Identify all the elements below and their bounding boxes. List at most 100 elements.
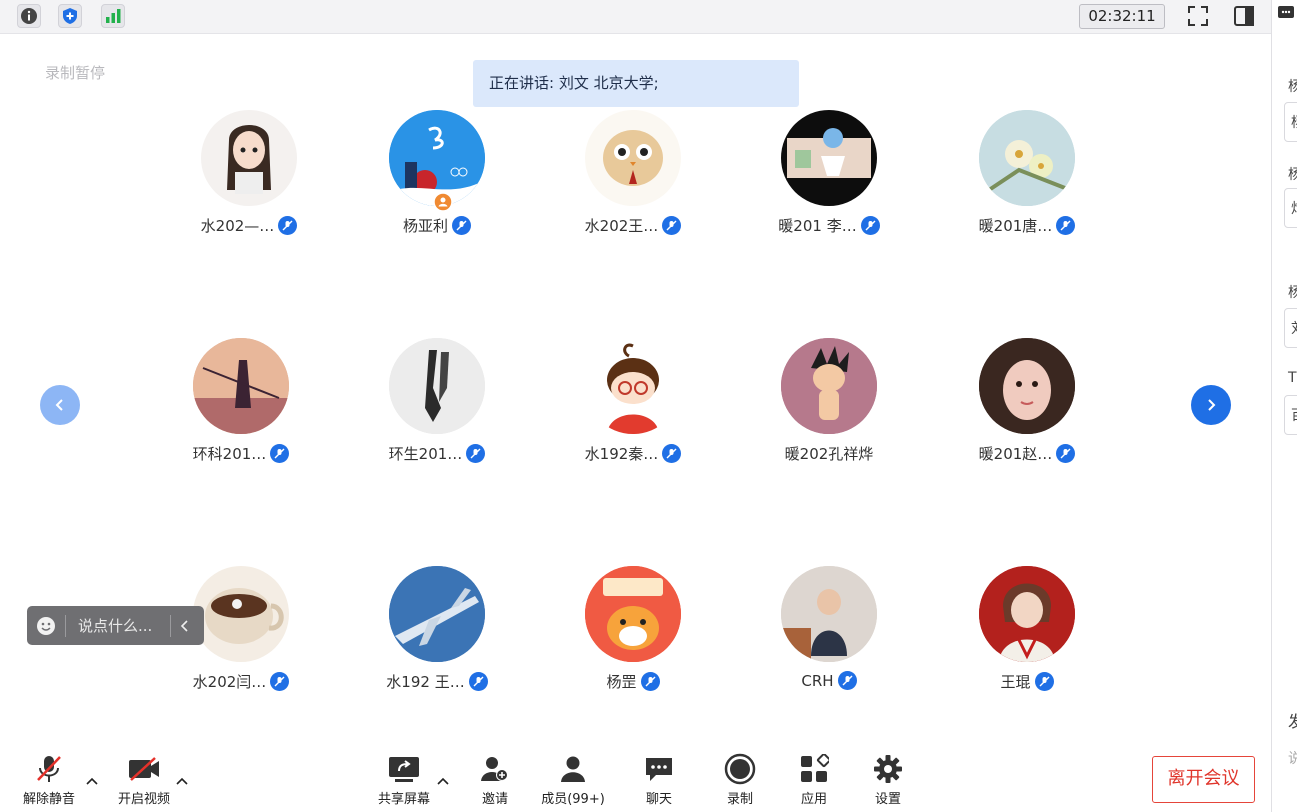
add-user-icon <box>481 757 508 781</box>
recording-status: 录制暂停 <box>45 64 106 82</box>
participant-name: 水202闫… <box>192 673 267 691</box>
invite-label: 邀请 <box>481 792 508 807</box>
participant-tile[interactable]: 水192秦… <box>543 338 723 464</box>
sidebar-toggle-icon[interactable] <box>1232 4 1256 28</box>
invite-button[interactable]: 邀请 <box>455 752 535 807</box>
participant-tile[interactable]: 王琨 <box>937 566 1117 692</box>
next-page-button[interactable] <box>1191 385 1231 425</box>
share-screen-icon <box>389 757 419 782</box>
mic-muted-icon <box>270 672 290 691</box>
avatar <box>389 566 485 662</box>
chevron-up-icon[interactable] <box>176 774 188 789</box>
shield-icon[interactable] <box>58 4 82 28</box>
share-screen-label: 共享屏幕 <box>377 792 430 807</box>
start-video-button[interactable]: 开启视频 <box>104 752 184 807</box>
participant-tile[interactable]: 环生201… <box>347 338 527 464</box>
panel-label: 杨 <box>1288 285 1297 301</box>
signal-icon[interactable] <box>101 4 125 28</box>
participant-name: 水192 王… <box>386 673 465 691</box>
chevron-up-icon[interactable] <box>86 774 98 789</box>
participant-name: 王琨 <box>1000 673 1031 691</box>
mic-muted-icon <box>662 444 682 463</box>
members-button[interactable]: 成员(99+) <box>533 752 613 807</box>
participant-tile[interactable]: CRH <box>739 566 919 690</box>
participant-name: CRH <box>801 671 834 690</box>
settings-label: 设置 <box>874 792 901 807</box>
fullscreen-icon[interactable] <box>1186 4 1210 28</box>
info-icon[interactable] <box>17 4 41 28</box>
mic-muted-icon <box>860 216 880 235</box>
participant-name: 暖202孔祥烨 <box>784 445 874 463</box>
right-side-panel: 杨 杨 杨 炸 杨 刘 T 百 发 说 <box>1271 0 1297 812</box>
prev-page-button[interactable] <box>40 385 80 425</box>
participant-tile[interactable]: 环科201… <box>151 338 331 464</box>
mic-muted-icon <box>1056 444 1076 463</box>
panel-field[interactable]: 炸 <box>1284 188 1297 228</box>
settings-button[interactable]: 设置 <box>848 752 928 807</box>
mic-muted-icon <box>466 444 486 463</box>
participant-name: 水192秦… <box>584 445 659 463</box>
avatar <box>781 566 877 662</box>
participant-name: 暖201赵… <box>978 445 1053 463</box>
mic-muted-icon <box>468 672 488 691</box>
chat-label: 聊天 <box>645 792 672 807</box>
avatar <box>193 338 289 434</box>
chat-panel-icon[interactable] <box>1277 4 1295 26</box>
avatar <box>585 566 681 662</box>
chevron-right-icon <box>1208 399 1216 411</box>
panel-label: 杨 <box>1288 79 1297 95</box>
participant-tile[interactable]: 杨罡 <box>543 566 723 692</box>
mic-muted-icon <box>662 216 682 235</box>
gear-icon <box>874 755 902 783</box>
chevron-up-icon[interactable] <box>437 774 449 789</box>
unmute-label: 解除静音 <box>22 792 75 807</box>
mic-muted-icon <box>270 444 290 463</box>
record-icon <box>724 753 756 785</box>
mic-off-icon <box>37 756 61 782</box>
panel-label: T <box>1288 370 1297 386</box>
apps-button[interactable]: 应用 <box>774 752 854 807</box>
record-button[interactable]: 录制 <box>700 752 780 807</box>
panel-field[interactable]: 百 <box>1284 395 1297 435</box>
participant-tile[interactable]: 水202—… <box>159 110 339 236</box>
members-icon <box>561 756 585 782</box>
participant-tile[interactable]: 暖201赵… <box>937 338 1117 464</box>
share-screen-button[interactable]: 共享屏幕 <box>364 752 444 807</box>
avatar <box>585 338 681 434</box>
participant-tile[interactable]: 暖201唐… <box>937 110 1117 236</box>
participant-name: 暖201唐… <box>978 217 1053 235</box>
participant-name: 水202王… <box>584 217 659 235</box>
record-label: 录制 <box>726 792 753 807</box>
participant-tile[interactable]: 杨亚利 <box>347 110 527 236</box>
avatar <box>193 566 289 662</box>
host-badge-icon <box>433 192 453 216</box>
chat-button[interactable]: 聊天 <box>619 752 699 807</box>
participant-tile[interactable]: 水192 王… <box>347 566 527 692</box>
chat-input[interactable]: 说点什么... <box>66 615 170 636</box>
panel-field[interactable]: 刘 <box>1284 308 1297 348</box>
chevron-left-icon[interactable] <box>171 619 199 632</box>
avatar <box>389 110 485 212</box>
unmute-button[interactable]: 解除静音 <box>9 752 89 807</box>
apps-label: 应用 <box>800 792 827 807</box>
participant-name: 水202—… <box>200 217 275 235</box>
participant-name: 环科201… <box>192 445 267 463</box>
participant-tile[interactable]: 水202王… <box>543 110 723 236</box>
video-off-icon <box>129 757 159 781</box>
panel-field[interactable]: 杨 <box>1284 102 1297 142</box>
mic-muted-icon <box>1056 216 1076 235</box>
panel-send-label: 发 <box>1288 712 1297 731</box>
avatar <box>979 566 1075 662</box>
participant-tile[interactable]: 暖201 李… <box>739 110 919 236</box>
members-label: 成员(99+) <box>541 792 605 807</box>
avatar <box>979 338 1075 434</box>
participant-tile[interactable]: 暖202孔祥烨 <box>739 338 919 464</box>
quick-chat-bar[interactable]: 说点什么... <box>27 606 204 645</box>
emoji-icon[interactable] <box>27 616 65 636</box>
top-bar: 02:32:11 <box>0 0 1297 34</box>
start-video-label: 开启视频 <box>117 792 170 807</box>
participant-name: 环生201… <box>388 445 463 463</box>
leave-meeting-button[interactable]: 离开会议 <box>1152 756 1255 803</box>
avatar <box>979 110 1075 206</box>
avatar <box>201 110 297 206</box>
